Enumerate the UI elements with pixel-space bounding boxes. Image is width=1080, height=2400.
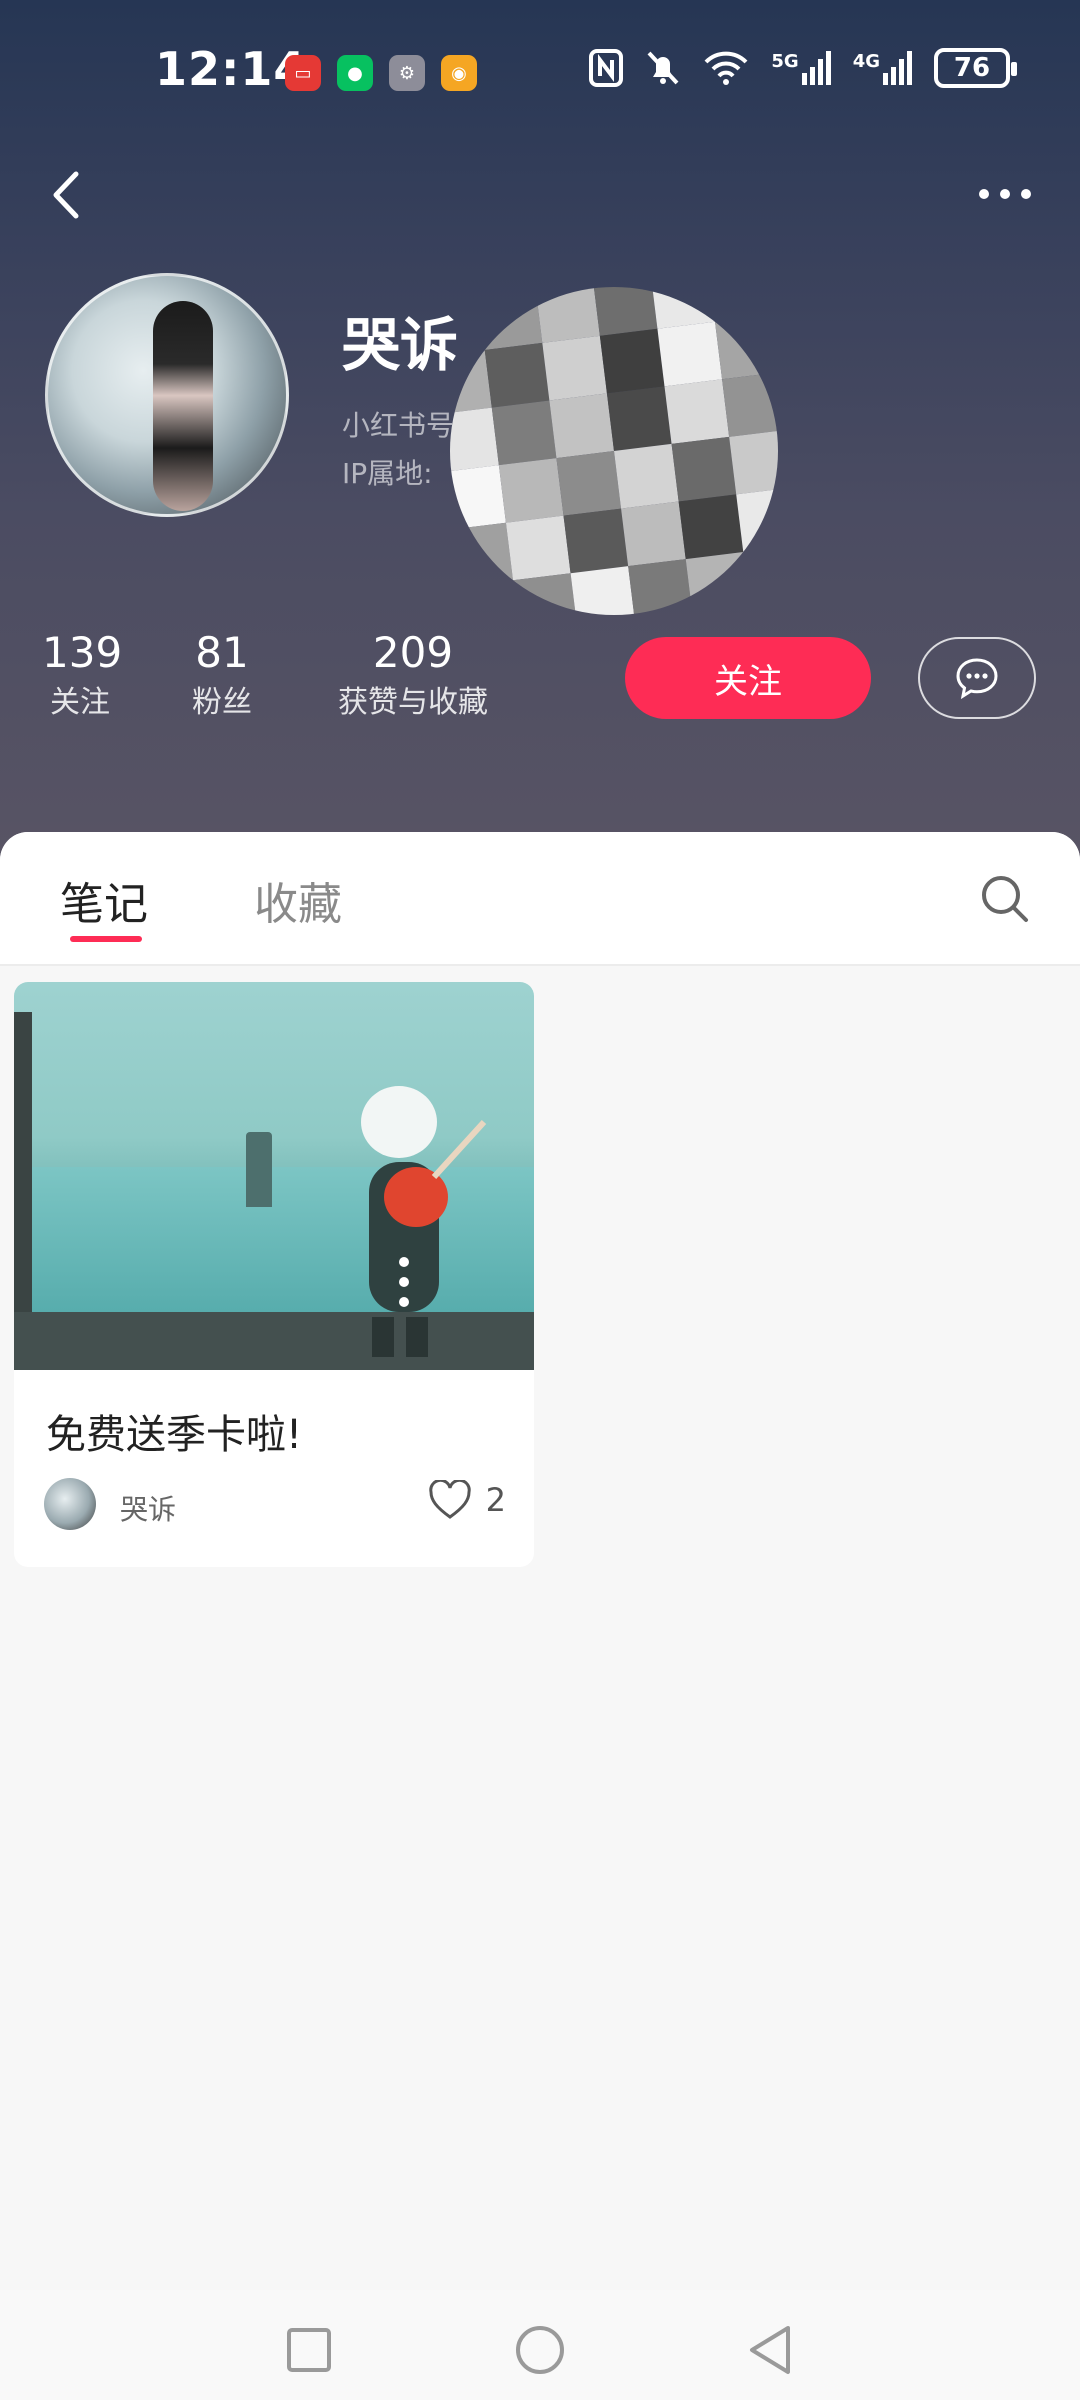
- 4g-signal-icon: 4G: [853, 51, 912, 85]
- search-icon: [982, 876, 1028, 922]
- mosaic-tile: [628, 559, 693, 615]
- mosaic-tile: [606, 386, 672, 451]
- mosaic-tile: [621, 501, 686, 567]
- stat-value: 139: [42, 628, 123, 677]
- content-sheet: 笔记 收藏 免费送季卡啦! 哭诉 2: [0, 832, 1080, 2400]
- notification-icons: ▭ ● ⚙ ◉: [285, 55, 477, 91]
- network-5g-label: 5G: [771, 51, 799, 72]
- follow-button[interactable]: 关注: [625, 637, 871, 719]
- profile-ip-label: IP属地:: [342, 457, 433, 490]
- mosaic-tile: [743, 544, 778, 610]
- message-button[interactable]: [918, 637, 1036, 719]
- nfc-icon: [589, 49, 624, 87]
- stat-followers[interactable]: 81 粉丝: [182, 625, 262, 725]
- mosaic-tile: [678, 494, 744, 560]
- home-button[interactable]: [510, 2320, 570, 2380]
- mosaic-tile: [505, 515, 571, 581]
- mosaic-tile: [477, 287, 543, 351]
- mosaic-tile: [455, 580, 521, 615]
- heart-icon: [428, 1480, 471, 1519]
- mosaic-tile: [599, 328, 665, 394]
- mosaic-tile: [549, 393, 614, 459]
- cover-character: [361, 1086, 487, 1357]
- mosaic-tile: [671, 436, 737, 502]
- profile-id-label: 小红书号: [342, 409, 455, 442]
- system-icons: 5G 4G 76: [589, 48, 1017, 88]
- settings-icon: ⚙: [389, 55, 425, 91]
- mosaic-tile: [714, 314, 778, 380]
- battery-icon: 76: [934, 48, 1017, 88]
- note-card[interactable]: 免费送季卡啦! 哭诉 2: [14, 982, 534, 1567]
- more-dot-icon: [1021, 189, 1031, 199]
- mosaic-tile: [736, 487, 778, 552]
- mosaic-tile: [729, 429, 778, 495]
- mosaic-tile: [592, 287, 658, 336]
- huawei-store-icon: ▭: [285, 55, 321, 91]
- mosaic-tile: [535, 287, 600, 343]
- mosaic-tile: [556, 451, 622, 516]
- avatar-figure: [153, 301, 213, 511]
- mosaic-tile: [614, 443, 679, 509]
- stat-value: 81: [195, 628, 249, 677]
- search-button[interactable]: [978, 872, 1032, 926]
- mosaic-tile: [722, 372, 778, 437]
- profile-username: 哭诉: [342, 311, 459, 379]
- back-button[interactable]: [42, 160, 98, 230]
- mosaic-tile: [491, 400, 557, 466]
- wifi-icon: [704, 51, 748, 85]
- system-navigation-bar: [0, 2290, 1080, 2400]
- 5g-signal-icon: 5G: [771, 51, 831, 85]
- mosaic-tile: [450, 465, 506, 530]
- more-options-button[interactable]: [970, 172, 1040, 216]
- mosaic-tile: [484, 342, 550, 408]
- mosaic-tile: [685, 551, 751, 615]
- mosaic-tile: [570, 566, 636, 615]
- mosaic-tile: [513, 573, 578, 615]
- stat-following[interactable]: 139 关注: [42, 625, 123, 725]
- mosaic-tile: [450, 522, 514, 588]
- mosaic-tile: [664, 379, 730, 444]
- triangle-back-icon: [750, 2326, 790, 2374]
- tab-notes[interactable]: 笔记: [60, 868, 148, 932]
- battery-level: 76: [953, 53, 991, 83]
- more-dot-icon: [1000, 189, 1010, 199]
- mosaic-tile: [563, 508, 629, 574]
- note-title: 免费送季卡啦!: [46, 1412, 303, 1458]
- back-arrow-icon: [53, 171, 79, 219]
- profile-avatar[interactable]: [45, 273, 289, 517]
- weibo-icon: ◉: [441, 55, 477, 91]
- stat-label: 获赞与收藏: [338, 685, 488, 720]
- network-4g-label: 4G: [852, 51, 880, 72]
- stat-label: 关注: [50, 685, 110, 720]
- circle-icon: [516, 2326, 564, 2374]
- more-dot-icon: [979, 189, 989, 199]
- note-like-button[interactable]: 2: [428, 1480, 506, 1520]
- status-bar: 12:14 ▭ ● ⚙ ◉ 5G 4G 76: [0, 0, 1080, 140]
- note-like-count: 2: [485, 1481, 506, 1519]
- mosaic-tile: [498, 458, 564, 523]
- mosaic-tile: [542, 335, 607, 401]
- note-cover-image: [14, 982, 534, 1370]
- cover-lighthouse: [246, 1132, 272, 1207]
- back-nav-button[interactable]: [740, 2320, 800, 2380]
- stat-label: 粉丝: [192, 685, 252, 720]
- cover-pillar: [14, 1012, 32, 1312]
- recent-apps-button[interactable]: [279, 2320, 339, 2380]
- profile-tabs: 笔记 收藏: [0, 832, 1080, 966]
- status-time: 12:14: [155, 42, 307, 96]
- chat-bubble-icon: [956, 658, 998, 700]
- tab-favorites[interactable]: 收藏: [254, 868, 342, 932]
- note-author-avatar: [44, 1478, 96, 1530]
- pixelated-redaction: [450, 287, 778, 615]
- stat-likes-and-saves[interactable]: 209 获赞与收藏: [328, 625, 498, 725]
- active-tab-indicator: [70, 936, 142, 942]
- mosaic-tile: [657, 321, 723, 387]
- note-author-name: 哭诉: [120, 1493, 177, 1526]
- wechat-icon: ●: [337, 55, 373, 91]
- mosaic-tile: [450, 407, 499, 473]
- stat-value: 209: [372, 628, 454, 677]
- square-icon: [287, 2328, 331, 2372]
- mute-icon: [647, 51, 679, 85]
